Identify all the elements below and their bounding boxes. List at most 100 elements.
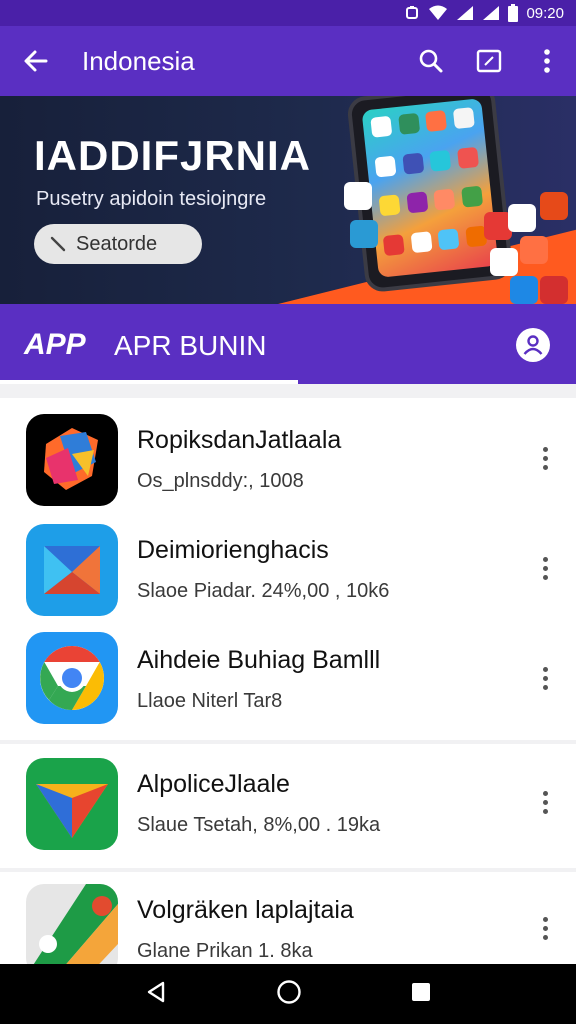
more-dot <box>542 934 548 940</box>
back-button[interactable] <box>0 26 72 96</box>
more-vert-icon <box>544 49 550 73</box>
app-icon-envelope <box>26 524 118 616</box>
phone-screen <box>361 98 499 278</box>
list-item[interactable]: Deimiorienghacis Slaoe Piadar. 24%,00 , … <box>0 514 576 624</box>
phone-app-icon <box>429 149 452 172</box>
app-name: AlpoliceJlaale <box>137 770 290 798</box>
search-button[interactable] <box>402 26 460 96</box>
list-item[interactable]: Volgräken laplajtaia Glane Prikan 1. 8ka <box>0 874 576 964</box>
phone-app-icon <box>452 107 475 130</box>
banner-search-pill[interactable]: Seatorde <box>34 224 202 264</box>
more-dot <box>542 799 548 805</box>
arrow-left-icon <box>24 50 48 72</box>
window-icon <box>476 49 502 73</box>
tab-apr-bunin[interactable]: APR BUNIN <box>114 330 266 362</box>
more-dot <box>542 574 548 580</box>
item-more-button[interactable] <box>530 548 560 588</box>
nav-recents-icon <box>412 982 430 1001</box>
status-bar: 09:20 <box>0 0 576 26</box>
item-more-button[interactable] <box>530 438 560 478</box>
promo-banner[interactable]: IADDIFJRNIA Pusetry apidoin tesiojngre S… <box>0 96 576 304</box>
banner-search-label: Seatorde <box>76 232 158 255</box>
app-list: RopiksdanJatlaala Os_plnsddy:, 1008 Deim… <box>0 384 576 964</box>
list-item[interactable]: RopiksdanJatlaala Os_plnsddy:, 1008 <box>0 404 576 514</box>
status-time: 09:20 <box>526 4 564 22</box>
app-icon-chrome <box>26 632 118 724</box>
more-dot <box>542 556 548 562</box>
app-meta: Glane Prikan 1. 8ka <box>137 940 313 962</box>
list-item[interactable]: Aihdeie Buhiag Bamlll Llaoe Niterl Tar8 <box>0 624 576 734</box>
phone-app-icon <box>401 152 424 175</box>
phone-app-icon <box>370 115 393 138</box>
tab-bar: APP APR BUNIN <box>0 304 576 384</box>
phone-app-icon <box>397 112 420 135</box>
phone-app-icon <box>460 185 483 208</box>
app-meta: Llaoe Niterl Tar8 <box>137 690 283 712</box>
more-dot <box>542 790 548 796</box>
nav-recents-button[interactable] <box>410 981 432 1008</box>
phone-app-icon <box>437 227 460 250</box>
floating-app-icon <box>490 248 518 276</box>
floating-app-icon <box>508 204 536 232</box>
page-title: Indonesia <box>82 45 195 76</box>
search-icon <box>419 49 443 73</box>
floating-app-icon <box>510 276 538 304</box>
search-pill-icon <box>50 236 66 252</box>
item-more-button[interactable] <box>530 908 560 948</box>
phone-app-icon <box>425 110 448 132</box>
notification-icon <box>404 5 420 21</box>
more-dot <box>542 446 548 452</box>
more-dot <box>542 666 548 672</box>
nav-home-button[interactable] <box>276 979 302 1010</box>
phone-app-icon <box>382 233 405 256</box>
list-item[interactable]: AlpoliceJlaale Slaue Tsetah, 8%,00 . 19k… <box>0 748 576 858</box>
app-name: Aihdeie Buhiag Bamlll <box>137 646 381 674</box>
more-dot <box>542 675 548 681</box>
app-bar: Indonesia <box>0 26 576 96</box>
system-nav-bar <box>0 964 576 1024</box>
more-dot <box>542 455 548 461</box>
item-more-button[interactable] <box>530 658 560 698</box>
signal-icon <box>456 5 474 21</box>
app-logo: APP <box>24 328 86 361</box>
app-icon-polygon <box>26 414 118 506</box>
floating-app-icon <box>540 192 568 220</box>
floating-app-icon <box>540 276 568 304</box>
nav-back-icon <box>147 981 165 1002</box>
app-meta: Slaoe Piadar. 24%,00 , 10k6 <box>137 580 390 602</box>
phone-app-icon <box>378 194 401 217</box>
app-icon-play <box>26 758 118 850</box>
more-dot <box>542 684 548 690</box>
more-dot <box>542 808 548 814</box>
window-button[interactable] <box>460 26 518 96</box>
app-name: Deimiorienghacis <box>137 536 329 564</box>
nav-home-icon <box>277 979 301 1004</box>
banner-subtitle: Pusetry apidoin tesiojngre <box>36 188 267 210</box>
signal-icon-2 <box>482 5 500 21</box>
app-icon-maps <box>26 884 118 964</box>
item-more-button[interactable] <box>530 782 560 822</box>
person-icon <box>523 335 543 355</box>
floating-app-icon <box>350 220 378 248</box>
more-dot <box>542 464 548 470</box>
phone-app-icon <box>456 146 479 169</box>
more-dot <box>542 565 548 571</box>
phone-app-icon <box>433 188 456 211</box>
more-dot <box>542 925 548 931</box>
floating-app-icon <box>520 236 548 264</box>
banner-headline: IADDIFJRNIA <box>34 132 312 179</box>
phone-app-icon <box>410 230 433 253</box>
app-name: RopiksdanJatlaala <box>137 426 342 454</box>
overflow-menu-button[interactable] <box>518 26 576 96</box>
battery-icon <box>508 4 519 22</box>
app-meta: Slaue Tsetah, 8%,00 . 19ka <box>137 814 381 836</box>
app-meta: Os_plnsddy:, 1008 <box>137 470 304 492</box>
floating-app-icon <box>344 182 372 210</box>
phone-app-icon <box>374 155 397 178</box>
app-name: Volgräken laplajtaia <box>137 896 354 924</box>
profile-button[interactable] <box>516 328 550 362</box>
wifi-icon <box>428 5 448 21</box>
more-dot <box>542 916 548 922</box>
nav-back-button[interactable] <box>144 980 168 1009</box>
phone-app-icon <box>405 191 428 214</box>
